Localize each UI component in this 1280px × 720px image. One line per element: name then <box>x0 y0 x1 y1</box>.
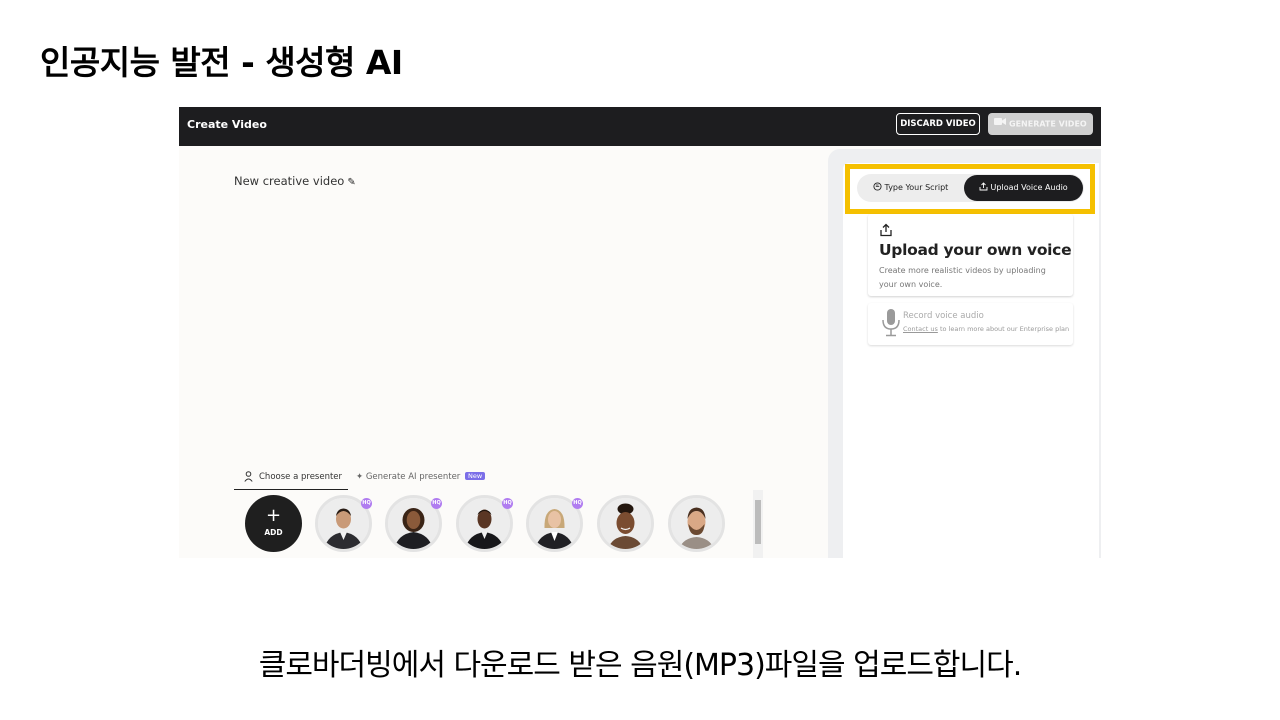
add-presenter-button[interactable]: + ADD <box>245 495 302 552</box>
top-bar: Create Video DISCARD VIDEO GENERATE VIDE… <box>179 107 1101 146</box>
pencil-icon[interactable]: ✎ <box>347 177 355 188</box>
tab-choose-presenter[interactable]: Choose a presenter <box>234 470 348 490</box>
record-voice-title: Record voice audio <box>903 311 984 321</box>
hq-badge: HQ <box>431 498 442 509</box>
tab-choose-label: Choose a presenter <box>259 472 343 482</box>
hq-badge: HQ <box>361 498 372 509</box>
discard-video-button[interactable]: DISCARD VIDEO <box>896 113 980 135</box>
person-icon <box>244 471 253 485</box>
video-camera-icon <box>994 113 1006 135</box>
tab-generate-label: Generate AI presenter <box>365 472 461 482</box>
presenter-avatar[interactable] <box>597 495 654 552</box>
page-title: Create Video <box>187 118 267 131</box>
create-video-app: Create Video DISCARD VIDEO GENERATE VIDE… <box>179 107 1101 558</box>
presenter-list: + ADD HQ HQ HQ HQ <box>245 495 745 557</box>
generate-video-button[interactable]: GENERATE VIDEO <box>988 113 1093 135</box>
record-voice-note: Contact us to learn more about our Enter… <box>903 325 1069 333</box>
presenter-scrollbar[interactable] <box>753 490 763 558</box>
slide-caption: 클로바더빙에서 다운로드 받은 음원(MP3)파일을 업로드합니다. <box>258 648 1023 683</box>
hq-badge: HQ <box>502 498 513 509</box>
video-name-text: New creative video <box>234 174 345 188</box>
tab-generate-ai-presenter[interactable]: ✦ Generate AI presenter New <box>356 470 486 490</box>
upload-title: Upload your own voice <box>879 241 1072 259</box>
hq-badge: HQ <box>572 498 583 509</box>
generate-video-label: GENERATE VIDEO <box>1009 119 1087 129</box>
presenter-tabs: Choose a presenter ✦ Generate AI present… <box>234 470 494 490</box>
presenter-avatar[interactable] <box>668 495 725 552</box>
microphone-icon <box>881 308 901 342</box>
sparkle-icon: ✦ <box>356 472 364 482</box>
add-label: ADD <box>264 528 283 537</box>
upload-description: Create more realistic videos by uploadin… <box>879 266 1046 289</box>
record-note-text: to learn more about our Enterprise plan <box>937 325 1070 333</box>
plus-icon: + <box>265 505 282 526</box>
upload-voice-card[interactable]: Upload your own voice Create more realis… <box>868 214 1073 296</box>
scrollbar-thumb[interactable] <box>755 500 761 544</box>
record-voice-card: Record voice audio Contact us to learn m… <box>868 303 1073 345</box>
highlight-box <box>845 164 1095 214</box>
slide-title: 인공지능 발전 - 생성형 AI <box>40 43 403 82</box>
new-badge: New <box>465 472 486 480</box>
video-name[interactable]: New creative video ✎ <box>234 174 356 188</box>
upload-icon <box>879 222 893 241</box>
contact-us-link[interactable]: Contact us <box>903 325 938 333</box>
